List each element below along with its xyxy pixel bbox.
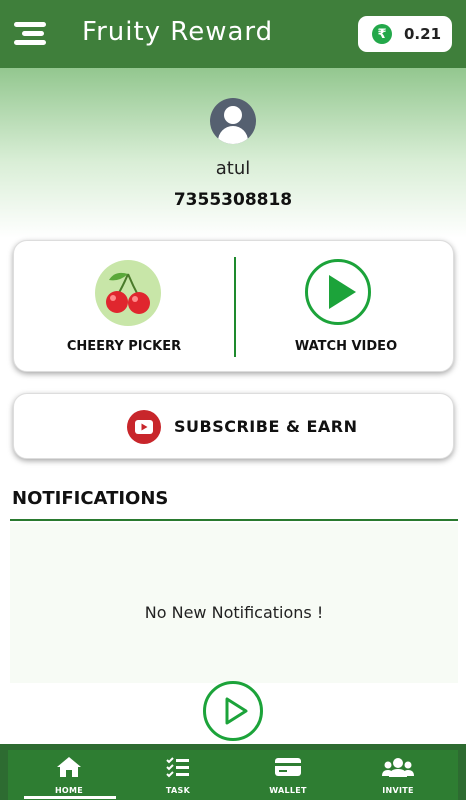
- users-icon: [382, 754, 414, 780]
- notifications-heading: NOTIFICATIONS: [12, 488, 169, 509]
- cherry-icon: [95, 260, 161, 326]
- watch-video-label: WATCH VIDEO: [294, 339, 398, 354]
- play-fab-button[interactable]: [203, 681, 263, 741]
- nav-item-wallet[interactable]: WALLET: [243, 750, 333, 800]
- wallet-icon: [272, 754, 304, 780]
- app-header: Fruity Reward ₹ 0.21: [0, 0, 466, 68]
- nav-item-invite[interactable]: INVITE: [353, 750, 443, 800]
- cherry-picker-label: CHEERY PICKER: [66, 339, 182, 354]
- bottom-navigation: HOME TASK WALLET INVITE: [0, 744, 466, 800]
- notifications-empty-text: No New Notifications !: [144, 603, 324, 622]
- rupee-icon: ₹: [372, 24, 392, 44]
- nav-active-indicator: [24, 796, 116, 799]
- hamburger-menu-icon[interactable]: [14, 22, 50, 46]
- nav-item-home[interactable]: HOME: [24, 750, 116, 800]
- notifications-divider: [10, 519, 458, 521]
- watch-video-button[interactable]: WATCH VIDEO: [236, 241, 456, 373]
- cherry-picker-button[interactable]: CHEERY PICKER: [14, 241, 234, 373]
- user-avatar-icon[interactable]: [210, 98, 256, 144]
- nav-item-task[interactable]: TASK: [133, 750, 223, 800]
- nav-label-wallet: WALLET: [269, 786, 307, 795]
- nav-label-task: TASK: [165, 786, 191, 795]
- checklist-icon: [162, 754, 194, 780]
- user-phone: 7355308818: [173, 190, 293, 210]
- subscribe-earn-label: SUBSCRIBE & EARN: [174, 417, 358, 436]
- play-icon: [305, 259, 371, 325]
- user-name: atul: [215, 158, 251, 179]
- balance-value: 0.21: [404, 25, 442, 43]
- profile-section: atul 7355308818: [0, 68, 466, 238]
- actions-card: CHEERY PICKER WATCH VIDEO: [13, 240, 454, 372]
- play-outline-icon: [225, 697, 248, 725]
- app-title: Fruity Reward: [82, 17, 274, 47]
- nav-label-home: HOME: [54, 786, 84, 795]
- youtube-icon: [127, 410, 161, 444]
- subscribe-earn-button[interactable]: SUBSCRIBE & EARN: [13, 393, 454, 459]
- notifications-panel: No New Notifications !: [10, 523, 458, 683]
- nav-label-invite: INVITE: [382, 786, 414, 795]
- wallet-balance-badge[interactable]: ₹ 0.21: [358, 16, 452, 52]
- home-icon: [53, 754, 85, 780]
